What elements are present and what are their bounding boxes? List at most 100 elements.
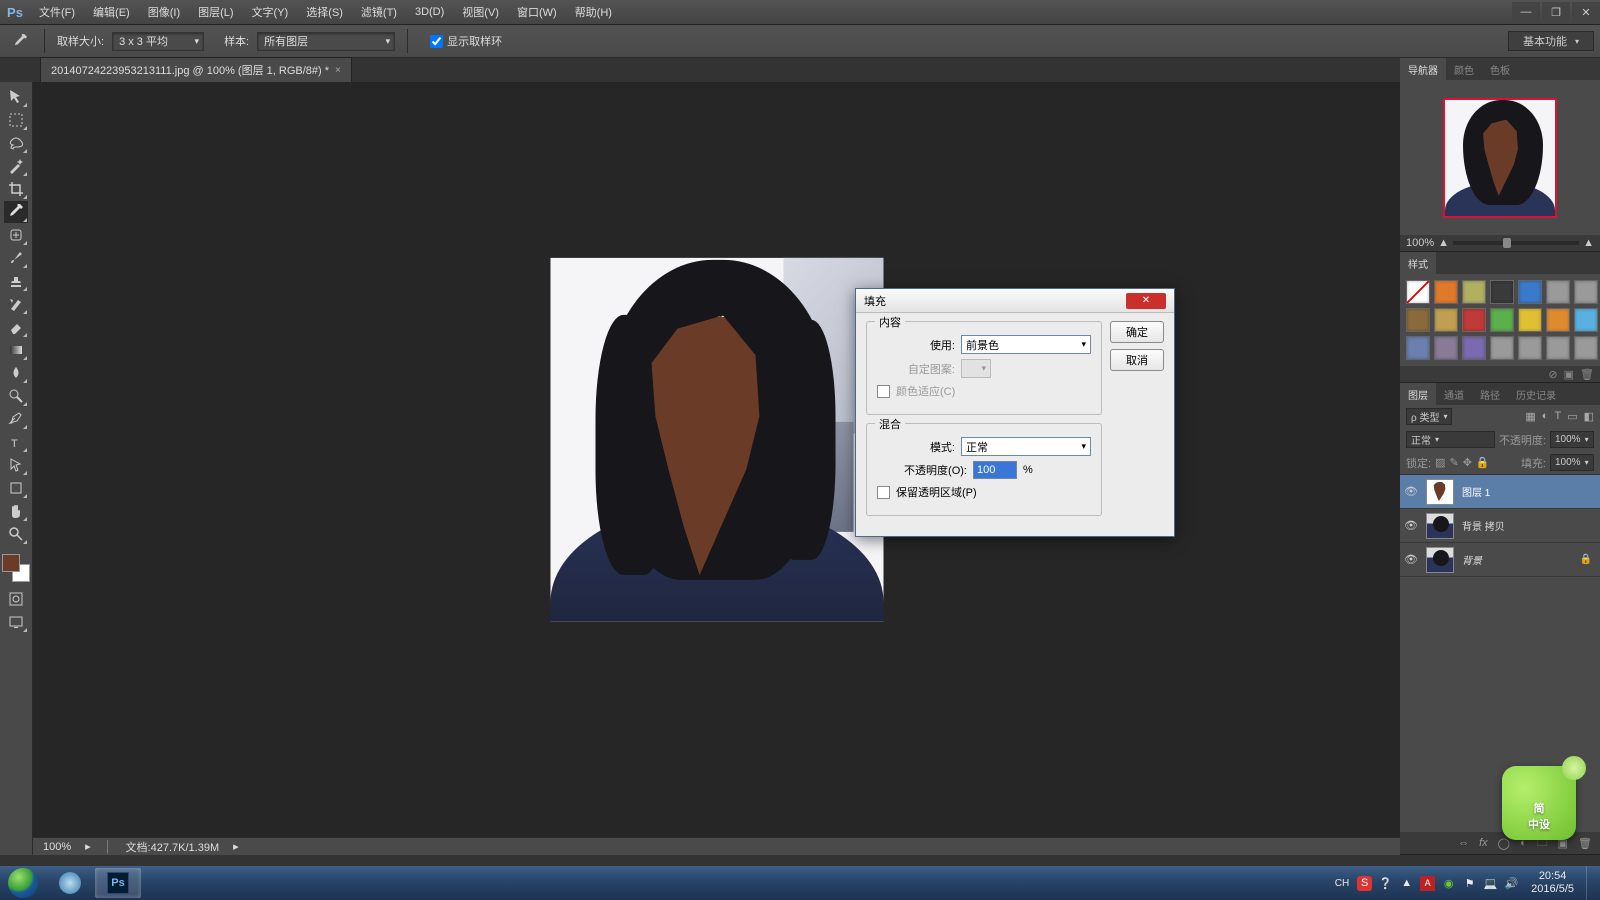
layer-fill-input[interactable]: 100% — [1550, 454, 1594, 471]
opacity-input[interactable]: 100 — [973, 461, 1017, 479]
style-swatch-2[interactable] — [1462, 280, 1486, 304]
style-swatch-1[interactable] — [1434, 280, 1458, 304]
layer-thumbnail[interactable] — [1426, 547, 1454, 573]
delete-layer-icon[interactable]: 🗑 — [1578, 837, 1592, 850]
tab-paths[interactable]: 路径 — [1472, 383, 1508, 405]
menu-view[interactable]: 视图(V) — [453, 0, 508, 25]
preserve-transparency-checkbox[interactable] — [877, 486, 890, 499]
layer-opacity-input[interactable]: 100% — [1550, 431, 1594, 448]
mode-select[interactable]: 正常 — [961, 437, 1091, 456]
status-menu-icon[interactable]: ▸ — [233, 840, 239, 853]
close-button[interactable]: ✕ — [1572, 2, 1600, 22]
zoom-slider-thumb[interactable] — [1503, 238, 1511, 248]
style-swatch-7[interactable] — [1406, 308, 1430, 332]
style-swatch-20[interactable] — [1574, 336, 1598, 360]
tray-network-icon[interactable]: 💻 — [1483, 876, 1498, 891]
style-swatch-10[interactable] — [1490, 308, 1514, 332]
layer-thumbnail[interactable] — [1426, 513, 1454, 539]
zoom-in-icon[interactable]: ▲ — [1583, 237, 1594, 249]
sample-layers-select[interactable]: 所有图层 — [257, 32, 395, 51]
filter-pixel-icon[interactable]: ▦ — [1525, 410, 1535, 423]
style-swatch-19[interactable] — [1546, 336, 1570, 360]
tray-flag-icon[interactable]: ⚑ — [1462, 876, 1477, 891]
tab-layers[interactable]: 图层 — [1400, 383, 1436, 405]
show-desktop-button[interactable] — [1586, 866, 1594, 900]
style-swatch-5[interactable] — [1546, 280, 1570, 304]
canvas[interactable] — [550, 257, 883, 621]
zoom-value[interactable]: 100% — [43, 841, 71, 853]
menu-file[interactable]: 文件(F) — [30, 0, 84, 25]
style-swatch-4[interactable] — [1518, 280, 1542, 304]
magic-wand-tool-icon[interactable] — [4, 155, 28, 177]
lock-image-icon[interactable]: ✎ — [1449, 456, 1458, 469]
dodge-tool-icon[interactable] — [4, 385, 28, 407]
use-select[interactable]: 前景色 — [961, 335, 1091, 354]
hand-tool-icon[interactable] — [4, 500, 28, 522]
taskbar-app1[interactable] — [47, 868, 93, 898]
move-tool-icon[interactable] — [4, 86, 28, 108]
color-swatch[interactable] — [2, 554, 30, 582]
workspace-switcher[interactable]: 基本功能 — [1508, 31, 1594, 51]
eyedropper-tool-icon[interactable] — [4, 201, 28, 223]
tab-navigator[interactable]: 导航器 — [1400, 58, 1446, 80]
zoom-tool-icon[interactable] — [4, 523, 28, 545]
style-swatch-9[interactable] — [1462, 308, 1486, 332]
pen-tool-icon[interactable] — [4, 408, 28, 430]
foreground-color[interactable] — [2, 554, 20, 572]
tray-shield-icon[interactable]: ◉ — [1441, 876, 1456, 891]
visibility-toggle-icon[interactable]: 👁 — [1404, 553, 1418, 567]
style-swatch-14[interactable] — [1406, 336, 1430, 360]
ok-button[interactable]: 确定 — [1110, 321, 1164, 343]
tab-styles[interactable]: 样式 — [1400, 252, 1436, 274]
taskbar-clock[interactable]: 20:54 2016/5/5 — [1525, 870, 1580, 896]
blend-mode-select[interactable]: 正常 — [1406, 431, 1495, 448]
layer-mask-icon[interactable]: ◯ — [1498, 837, 1510, 850]
healing-brush-tool-icon[interactable] — [4, 224, 28, 246]
menu-window[interactable]: 窗口(W) — [508, 0, 566, 25]
sample-size-select[interactable]: 3 x 3 平均 — [112, 32, 204, 51]
style-swatch-0[interactable] — [1406, 280, 1430, 304]
tray-chevron-up-icon[interactable]: ▲ — [1399, 876, 1414, 891]
eraser-tool-icon[interactable] — [4, 316, 28, 338]
filter-type-icon[interactable]: T — [1554, 410, 1561, 423]
navigator-thumbnail[interactable] — [1443, 98, 1557, 218]
document-tab[interactable]: 20140724223953213111.jpg @ 100% (图层 1, R… — [40, 57, 352, 82]
menu-layer[interactable]: 图层(L) — [189, 0, 242, 25]
style-swatch-16[interactable] — [1462, 336, 1486, 360]
tab-history[interactable]: 历史记录 — [1508, 383, 1564, 405]
path-selection-tool-icon[interactable] — [4, 454, 28, 476]
lock-position-icon[interactable]: ✥ — [1463, 456, 1472, 469]
tray-sogou-icon[interactable]: S — [1357, 876, 1372, 891]
ime-indicator[interactable]: CH — [1333, 878, 1351, 889]
minimize-button[interactable]: — — [1512, 2, 1540, 22]
visibility-toggle-icon[interactable]: 👁 — [1404, 485, 1418, 499]
zoom-out-icon[interactable]: ▲ — [1438, 237, 1449, 249]
layer-fx-icon[interactable]: fx — [1479, 837, 1488, 849]
style-swatch-17[interactable] — [1490, 336, 1514, 360]
taskbar-photoshop[interactable]: Ps — [95, 868, 141, 898]
floating-widget[interactable]: 简 中设 — [1502, 766, 1576, 840]
crop-tool-icon[interactable] — [4, 178, 28, 200]
clone-stamp-tool-icon[interactable] — [4, 270, 28, 292]
menu-3d[interactable]: 3D(D) — [406, 0, 453, 25]
menu-select[interactable]: 选择(S) — [297, 0, 352, 25]
marquee-tool-icon[interactable] — [4, 109, 28, 131]
filter-adjust-icon[interactable]: ◐ — [1542, 410, 1549, 423]
quick-mask-icon[interactable] — [4, 588, 28, 610]
lasso-tool-icon[interactable] — [4, 132, 28, 154]
link-layers-icon[interactable]: ⇔ — [1458, 837, 1469, 849]
tray-adobe-icon[interactable]: A — [1420, 876, 1435, 891]
show-ring-input[interactable] — [430, 35, 443, 48]
style-swatch-13[interactable] — [1574, 308, 1598, 332]
menu-help[interactable]: 帮助(H) — [566, 0, 621, 25]
filter-smart-icon[interactable]: ◧ — [1584, 410, 1594, 423]
menu-type[interactable]: 文字(Y) — [243, 0, 298, 25]
lock-transparency-icon[interactable]: ▨ — [1435, 456, 1445, 469]
history-brush-tool-icon[interactable] — [4, 293, 28, 315]
tab-swatches[interactable]: 色板 — [1482, 58, 1518, 80]
style-swatch-11[interactable] — [1518, 308, 1542, 332]
navigator-zoom-slider[interactable]: 100% ▲ ▲ — [1400, 235, 1600, 251]
styles-no-icon[interactable]: ⊘ — [1548, 368, 1557, 381]
show-sampling-ring-checkbox[interactable]: 显示取样环 — [430, 33, 502, 49]
visibility-toggle-icon[interactable]: 👁 — [1404, 519, 1418, 533]
